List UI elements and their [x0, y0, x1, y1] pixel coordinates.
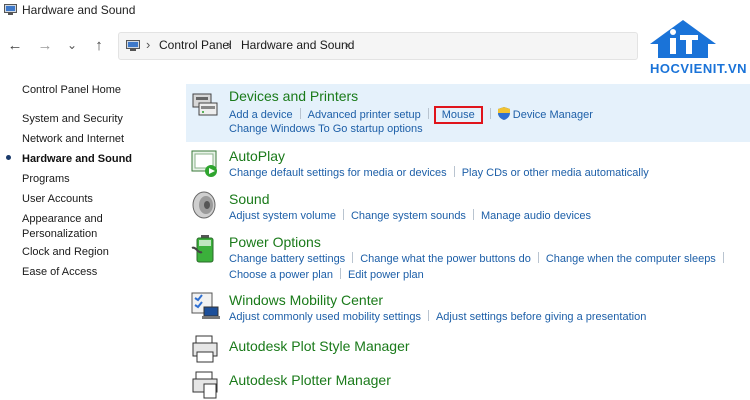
link-divider: [472, 209, 474, 220]
logo-text: HOCVIENIT.VN: [650, 61, 748, 76]
link-divider: [537, 252, 539, 263]
category-title[interactable]: Autodesk Plot Style Manager: [229, 338, 410, 354]
sidebar-item-control-panel-home[interactable]: Control Panel Home: [22, 83, 121, 98]
plotter-icon: [192, 371, 218, 399]
up-arrow-icon[interactable]: ↑: [90, 36, 108, 54]
category-title[interactable]: Power Options: [229, 234, 321, 250]
watermark-logo: HOCVIENIT.VN: [620, 18, 748, 88]
link-divider: [489, 108, 491, 119]
mobility-center-icon: [191, 292, 220, 319]
category-links-row: Add a device Advanced printer setup Mouse …: [229, 106, 593, 124]
speaker-icon: [192, 191, 216, 219]
uac-shield-icon: [497, 107, 510, 120]
link-change-system-sounds[interactable]: Change system sounds: [351, 210, 466, 222]
category-links-row: Adjust commonly used mobility settings Ad…: [229, 310, 646, 323]
control-panel-icon: [126, 40, 140, 51]
forward-arrow-icon[interactable]: →: [36, 36, 54, 54]
link-divider: [299, 108, 301, 119]
link-divider: [427, 108, 429, 119]
sidebar-item-appearance-and-personalization[interactable]: Appearance and Personalization: [22, 212, 122, 242]
plot-style-icon: [192, 335, 218, 363]
link-change-when-the-computer-sleeps[interactable]: Change when the computer sleeps: [546, 253, 716, 265]
category-links-row: Change default settings for media or dev…: [229, 166, 649, 179]
link-divider: [453, 166, 455, 177]
link-adjust-system-volume[interactable]: Adjust system volume: [229, 210, 336, 222]
category-links-row: Choose a power plan Edit power plan: [229, 268, 424, 281]
category-links-row: Adjust system volume Change system sounds…: [229, 209, 591, 222]
link-mouse[interactable]: Mouse: [433, 106, 483, 124]
link-advanced-printer-setup[interactable]: Advanced printer setup: [308, 109, 421, 121]
house-logo-icon: [650, 20, 716, 58]
back-arrow-icon[interactable]: ←: [6, 36, 24, 54]
link-play-cds-or-other-media-automatically[interactable]: Play CDs or other media automatically: [462, 167, 649, 179]
link-divider: [339, 268, 341, 279]
printer-icon: [192, 93, 218, 116]
sidebar-item-network-and-internet[interactable]: Network and Internet: [22, 132, 124, 147]
category-links-row: Change battery settings Change what the p…: [229, 252, 731, 265]
category-title[interactable]: Windows Mobility Center: [229, 292, 383, 308]
sidebar-item-programs[interactable]: Programs: [22, 172, 70, 187]
link-change-windows-to-go-startup-options[interactable]: Change Windows To Go startup options: [229, 123, 423, 135]
category-title[interactable]: Devices and Printers: [229, 88, 358, 104]
sidebar-item-user-accounts[interactable]: User Accounts: [22, 192, 93, 207]
category-links-row: Change Windows To Go startup options: [229, 123, 423, 135]
chevron-right-icon: ›: [146, 37, 151, 52]
sidebar-item-clock-and-region[interactable]: Clock and Region: [22, 245, 109, 260]
link-change-battery-settings[interactable]: Change battery settings: [229, 253, 345, 265]
link-divider: [722, 252, 724, 263]
link-choose-a-power-plan[interactable]: Choose a power plan: [229, 269, 333, 281]
link-edit-power-plan[interactable]: Edit power plan: [348, 269, 424, 281]
address-bar[interactable]: › Control Panel › Hardware and Sound ›: [118, 32, 638, 60]
breadcrumb-control-panel[interactable]: Control Panel: [159, 38, 232, 52]
control-panel-icon: [4, 4, 17, 15]
link-change-what-the-power-buttons-do[interactable]: Change what the power buttons do: [360, 253, 531, 265]
chevron-right-icon[interactable]: ›: [227, 37, 231, 52]
window-title: Hardware and Sound: [22, 3, 136, 17]
breadcrumb-hardware-and-sound[interactable]: Hardware and Sound: [241, 38, 354, 52]
category-title[interactable]: Autodesk Plotter Manager: [229, 372, 391, 388]
link-divider: [352, 252, 354, 263]
active-indicator: [6, 155, 11, 160]
category-title[interactable]: AutoPlay: [229, 148, 285, 164]
link-add-a-device[interactable]: Add a device: [229, 109, 293, 121]
link-divider: [342, 209, 344, 220]
sidebar-item-ease-of-access[interactable]: Ease of Access: [22, 265, 97, 280]
link-device-manager[interactable]: Device Manager: [513, 109, 593, 121]
category-title[interactable]: Sound: [229, 191, 269, 207]
sidebar-item-hardware-and-sound[interactable]: Hardware and Sound: [22, 152, 132, 167]
battery-icon: [191, 235, 214, 263]
chevron-down-icon[interactable]: ⌄: [63, 36, 81, 54]
chevron-right-icon[interactable]: ›: [345, 37, 349, 52]
link-adjust-settings-before-giving-a-presentation[interactable]: Adjust settings before giving a presenta…: [436, 311, 646, 323]
link-adjust-commonly-used-mobility-settings[interactable]: Adjust commonly used mobility settings: [229, 311, 421, 323]
link-manage-audio-devices[interactable]: Manage audio devices: [481, 210, 591, 222]
autoplay-icon: [191, 150, 217, 177]
sidebar-item-system-and-security[interactable]: System and Security: [22, 112, 123, 127]
link-change-default-settings-for-media-or-devices[interactable]: Change default settings for media or dev…: [229, 167, 447, 179]
link-divider: [427, 310, 429, 321]
